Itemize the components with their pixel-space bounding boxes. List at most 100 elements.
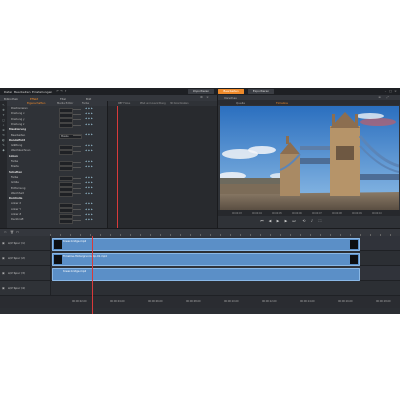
property-slider[interactable] — [73, 219, 81, 221]
timeline-bottom-ruler[interactable]: 00:00:02.00 00:00:04.00 00:00:06.00 00:00:0… — [0, 296, 400, 308]
move-tool-icon[interactable]: ✥ — [2, 108, 6, 112]
tab-image[interactable]: Bild — [86, 97, 91, 101]
tab-source[interactable]: Quelle — [236, 101, 245, 105]
keyframe-next-icon[interactable]: ▶ — [91, 186, 93, 189]
minimize-icon[interactable]: – — [384, 89, 387, 93]
timeline-clip[interactable]: Timeline-Hintergrund-clip-01.mp4 — [52, 252, 360, 266]
menu-settings[interactable]: Einstellungen — [32, 90, 52, 94]
trash-icon[interactable]: 🗑 — [10, 231, 14, 234]
go-end-icon[interactable]: ⏭ — [292, 219, 296, 223]
keyframe-next-icon[interactable]: ▶ — [91, 181, 93, 184]
keyframe-next-icon[interactable]: ▶ — [91, 149, 93, 152]
property-slider[interactable] — [73, 188, 81, 189]
timeline-playhead[interactable] — [92, 236, 93, 314]
keyframe-next-icon[interactable]: ▶ — [91, 213, 93, 216]
rotate-tool-icon[interactable]: ↻ — [2, 133, 6, 137]
video-frame[interactable] — [220, 106, 399, 210]
col-media-editor[interactable]: Media Editor — [57, 101, 73, 106]
pointer-tool-icon[interactable]: ↖ — [2, 103, 6, 107]
property-slider[interactable] — [73, 113, 81, 115]
keyframe-next-icon[interactable]: ▶ — [91, 123, 93, 126]
pen-tool-icon[interactable]: ✎ — [2, 143, 6, 147]
tab-export[interactable]: Exportieren — [248, 89, 274, 94]
track-header[interactable]: ▣ A/V Spur (4) — [0, 281, 51, 295]
step-back-icon[interactable]: ◀ — [268, 219, 272, 223]
fullscreen-icon[interactable]: ⛶ — [318, 219, 322, 223]
keyframe-next-icon[interactable]: ▶ — [91, 144, 93, 147]
scissors-icon[interactable]: ✂ — [4, 231, 7, 234]
property-slider[interactable] — [73, 151, 81, 152]
panel-settings-icon[interactable]: ⚙ — [200, 96, 203, 99]
tab-import[interactable]: Importieren — [188, 89, 214, 94]
tab-timeline[interactable]: Timeline — [276, 101, 288, 105]
close-icon[interactable]: × — [394, 89, 397, 93]
tab-library[interactable]: Bibliothek — [4, 97, 18, 101]
col-properties[interactable]: Eigenschaften — [27, 101, 45, 106]
property-slider[interactable] — [73, 161, 81, 163]
property-slider[interactable] — [73, 182, 81, 184]
preview-expand-icon[interactable]: ⤢ — [386, 96, 389, 99]
keyframe-next-icon[interactable]: ▶ — [91, 107, 93, 110]
loop-icon[interactable]: ⟲ — [302, 219, 306, 223]
keyframe-next-icon[interactable]: ▶ — [91, 165, 93, 168]
menu-file[interactable]: Datei — [4, 90, 12, 94]
crop-tool-icon[interactable]: ⌗ — [2, 123, 6, 127]
property-row: Bearbeiten Maske ◀ ◆ ▶ — [7, 133, 107, 140]
text-tool-icon[interactable]: T — [2, 113, 6, 117]
help-icon[interactable]: ? — [64, 89, 67, 93]
keyframe-next-icon[interactable]: ▶ — [91, 133, 93, 136]
tab-title[interactable]: Titel — [60, 97, 66, 101]
tab-edit[interactable]: Bearbeiten — [218, 89, 244, 94]
track-header[interactable]: ▣ A/V Spur (1) — [0, 236, 51, 250]
timeline-clip[interactable]: tower-bridge.mp4 — [52, 237, 360, 251]
preview-timecode: 00:00:08 — [332, 211, 342, 215]
property-slider[interactable] — [73, 135, 81, 136]
keyframe-next-icon[interactable]: ▶ — [91, 208, 93, 211]
col-path-orientation[interactable]: Pfad und Ausrichtung — [140, 102, 166, 105]
property-slider[interactable] — [73, 177, 81, 179]
property-slider[interactable] — [73, 124, 81, 126]
property-value-field[interactable] — [59, 218, 73, 224]
keyframe-next-icon[interactable]: ▶ — [91, 160, 93, 163]
shape-tool-icon[interactable]: ◻ — [2, 118, 6, 122]
property-row: Weichheit ◀ ◆ ▶ — [7, 192, 107, 198]
track-header[interactable]: ▣ A/V Spur (2) — [0, 251, 51, 265]
col-color[interactable]: Farbe — [82, 101, 89, 106]
step-forward-icon[interactable]: ▶ — [284, 219, 288, 223]
play-icon[interactable]: ▶ — [276, 219, 280, 223]
property-slider[interactable] — [73, 145, 81, 147]
menu-edit[interactable]: Bearbeiten — [14, 90, 30, 94]
property-slider[interactable] — [73, 119, 81, 121]
keyframe-next-icon[interactable]: ▶ — [91, 192, 93, 195]
col-rbf-focus[interactable]: RBF Fokus — [118, 102, 130, 105]
color-tool-icon[interactable]: ◆ — [2, 148, 6, 152]
preview-menu-icon[interactable]: ≡ — [378, 96, 381, 99]
maximize-icon[interactable]: □ — [389, 89, 392, 93]
keyframe-next-icon[interactable]: ▶ — [91, 218, 93, 221]
property-slider[interactable] — [73, 108, 81, 110]
tab-effect[interactable]: Effekt — [30, 97, 38, 101]
property-slider[interactable] — [73, 204, 81, 205]
keyframe-next-icon[interactable]: ▶ — [91, 118, 93, 121]
keyframe-next-icon[interactable]: ▶ — [91, 176, 93, 179]
undo-icon[interactable]: ↶ — [56, 89, 59, 93]
magnet-icon[interactable]: ⊓ — [16, 231, 19, 234]
mask-tool-icon[interactable]: ◐ — [2, 138, 6, 142]
go-start-icon[interactable]: ⏮ — [260, 219, 264, 223]
zoom-tool-icon[interactable]: ⊕ — [2, 128, 6, 132]
track-header[interactable]: ▣ A/V Spur (3) — [0, 266, 51, 280]
keyframe-next-icon[interactable]: ▶ — [91, 202, 93, 205]
property-slider[interactable] — [73, 209, 81, 211]
redo-icon[interactable]: ↷ — [60, 89, 63, 93]
timeline-ruler[interactable] — [50, 229, 400, 237]
keyframe-playhead[interactable] — [117, 106, 118, 228]
timeline-clip[interactable]: tower-bridge.mp4 — [52, 267, 360, 281]
keyframe-area[interactable]: RBF Fokus Pfad und Ausrichtung 3D Koordi… — [107, 101, 218, 228]
panel-close-icon[interactable]: × — [206, 96, 209, 99]
volume-icon[interactable]: ♪ — [310, 219, 314, 223]
property-slider[interactable] — [73, 193, 81, 195]
keyframe-next-icon[interactable]: ▶ — [91, 112, 93, 115]
property-slider[interactable] — [73, 214, 81, 216]
col-3d-coords[interactable]: 3D Koordinaten — [170, 102, 189, 105]
property-slider[interactable] — [73, 166, 81, 168]
